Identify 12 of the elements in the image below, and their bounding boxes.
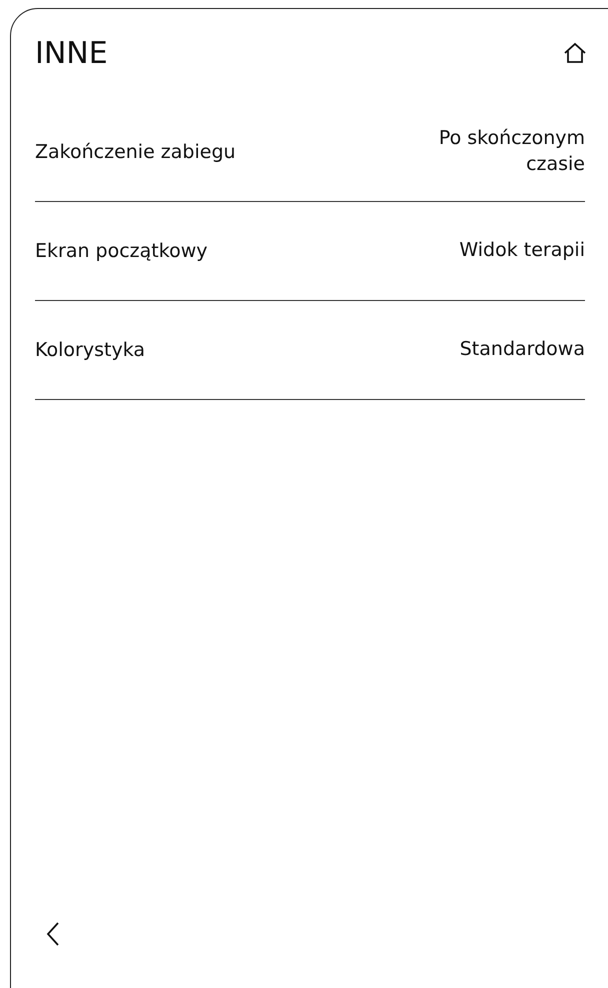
screen-title: INNE — [35, 36, 108, 70]
setting-value: Standardowa — [460, 337, 585, 362]
setting-row[interactable]: Zakończenie zabiegu Po skończonym czasie — [35, 111, 585, 202]
setting-label: Kolorystyka — [35, 339, 146, 361]
home-icon[interactable] — [563, 42, 587, 64]
setting-row[interactable]: Kolorystyka Standardowa — [35, 301, 585, 400]
setting-label: Ekran początkowy — [35, 240, 208, 262]
setting-value: Po skończonym czasie — [438, 126, 585, 177]
back-icon[interactable] — [46, 921, 60, 947]
setting-value: Widok terapii — [459, 238, 585, 264]
setting-row[interactable]: Ekran początkowy Widok terapii — [35, 202, 585, 301]
setting-label: Zakończenie zabiegu — [35, 141, 236, 163]
